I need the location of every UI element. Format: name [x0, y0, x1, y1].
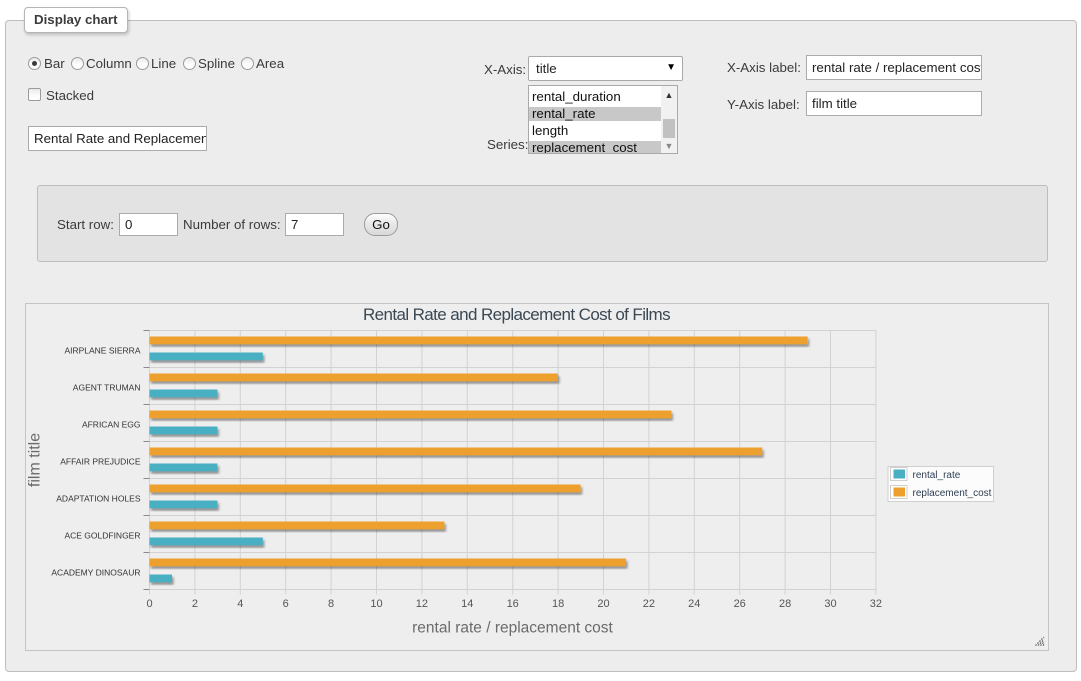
svg-text:replacement_cost: replacement_cost [913, 488, 992, 499]
svg-text:26: 26 [734, 598, 746, 610]
svg-text:30: 30 [824, 598, 836, 610]
svg-text:AGENT TRUMAN: AGENT TRUMAN [73, 383, 141, 393]
svg-text:rental_rate: rental_rate [913, 470, 961, 481]
svg-text:28: 28 [779, 598, 791, 610]
svg-text:film title: film title [27, 433, 44, 487]
svg-text:4: 4 [237, 598, 243, 610]
svg-text:AIRPLANE SIERRA: AIRPLANE SIERRA [64, 346, 140, 356]
svg-text:ACADEMY DINOSAUR: ACADEMY DINOSAUR [51, 568, 140, 578]
svg-text:ACE GOLDFINGER: ACE GOLDFINGER [64, 531, 140, 541]
svg-text:22: 22 [643, 598, 655, 610]
svg-text:Rental Rate and Replacement Co: Rental Rate and Replacement Cost of Film… [363, 305, 670, 324]
svg-text:20: 20 [597, 598, 609, 610]
svg-text:8: 8 [328, 598, 334, 610]
svg-text:24: 24 [688, 598, 700, 610]
svg-text:ADAPTATION HOLES: ADAPTATION HOLES [56, 494, 141, 504]
svg-text:2: 2 [192, 598, 198, 610]
svg-text:16: 16 [507, 598, 519, 610]
svg-text:rental rate / replacement cost: rental rate / replacement cost [412, 620, 613, 637]
svg-text:AFFAIR PREJUDICE: AFFAIR PREJUDICE [60, 457, 141, 467]
svg-text:10: 10 [370, 598, 382, 610]
svg-text:32: 32 [870, 598, 882, 610]
svg-text:0: 0 [146, 598, 152, 610]
svg-text:6: 6 [283, 598, 289, 610]
svg-text:12: 12 [416, 598, 428, 610]
svg-text:18: 18 [552, 598, 564, 610]
svg-text:AFRICAN EGG: AFRICAN EGG [82, 420, 141, 430]
svg-text:14: 14 [461, 598, 473, 610]
